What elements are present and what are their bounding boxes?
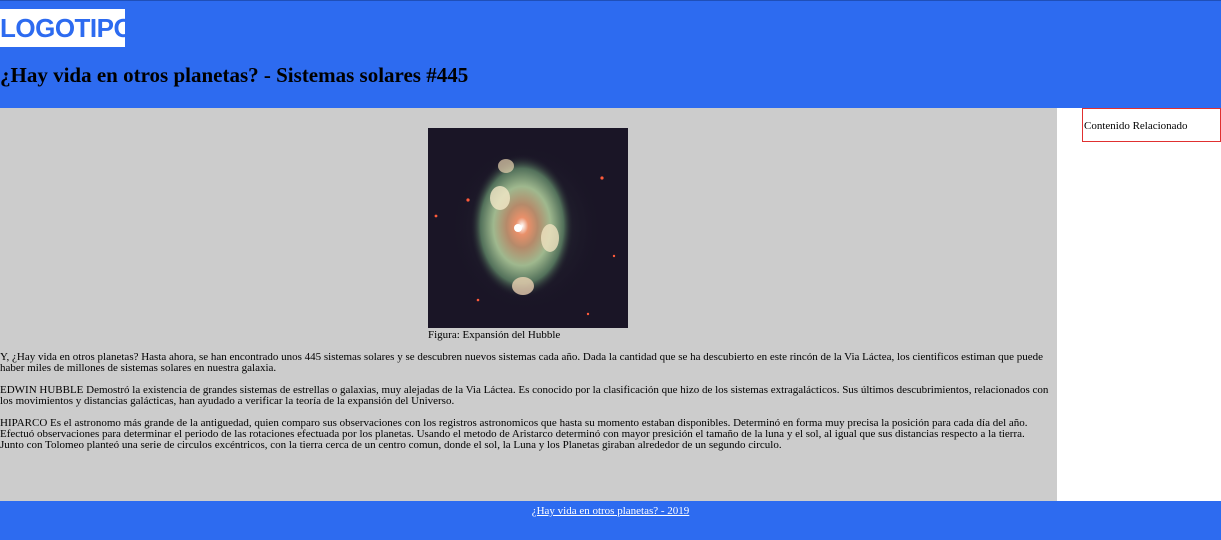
page-title: ¿Hay vida en otros planetas? - Sistemas … (0, 63, 469, 87)
related-content-box: Contenido Relacionado (1082, 108, 1221, 142)
nebula-image (428, 128, 628, 328)
site-header: LOGOTIPO ¿Hay vida en otros planetas? - … (0, 0, 1221, 108)
main-content: Figura: Expansión del Hubble Y, ¿Hay vid… (0, 108, 1057, 501)
figure-caption: Figura: Expansión del Hubble (428, 329, 561, 341)
figure: Figura: Expansión del Hubble (428, 128, 628, 342)
site-logo[interactable]: LOGOTIPO (0, 9, 125, 47)
paragraph-intro: Y, ¿Hay vida en otros planetas? Hasta ah… (0, 351, 1043, 374)
site-footer: ¿Hay vida en otros planetas? - 2019 (0, 501, 1221, 540)
footer-link[interactable]: ¿Hay vida en otros planetas? - 2019 (532, 505, 690, 517)
paragraph-hubble: EDWIN HUBBLE Demostró la existencia de g… (0, 384, 1049, 407)
related-content-title: Contenido Relacionado (1084, 120, 1188, 132)
paragraph-hiparco: HIPARCO Es el astronomo más grande de la… (0, 417, 1028, 451)
